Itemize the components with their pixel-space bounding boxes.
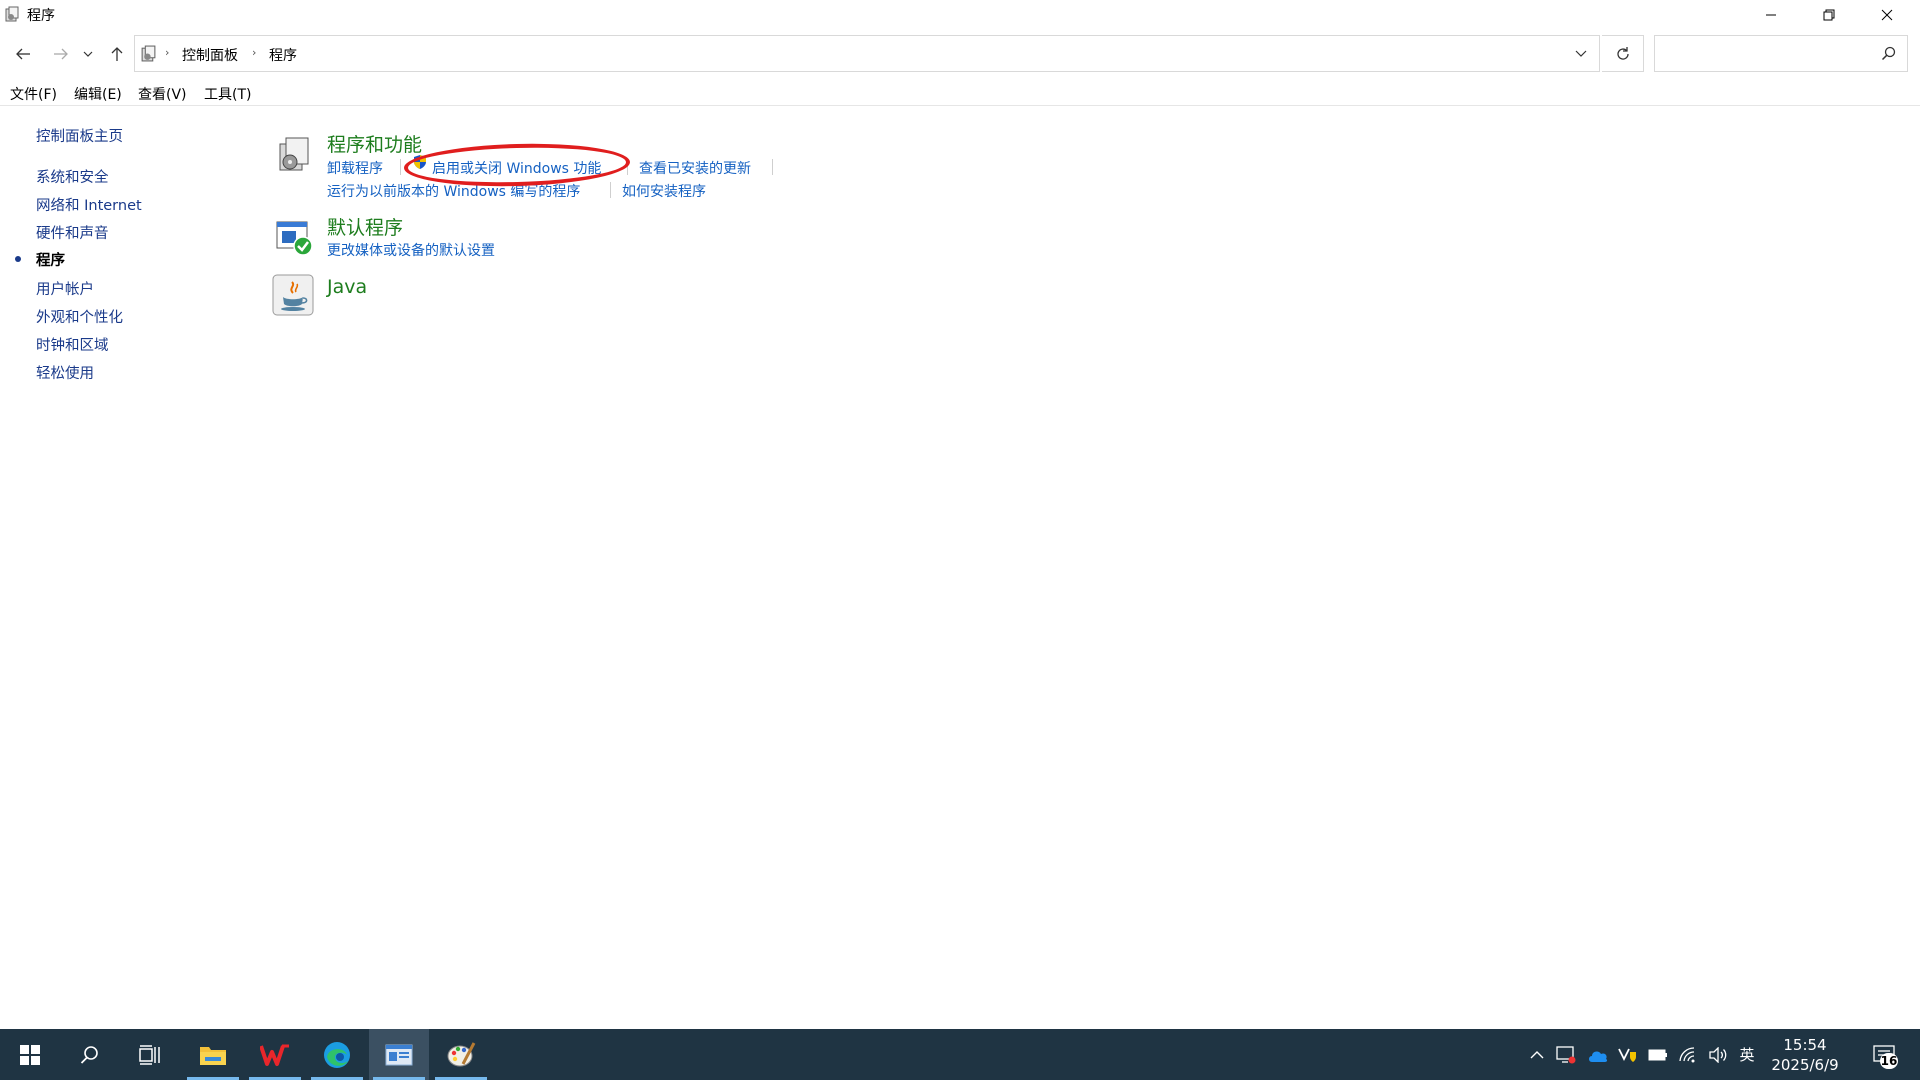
- sidebar-item-user-accounts[interactable]: 用户帐户: [36, 278, 94, 299]
- sidebar-item-clock-region[interactable]: 时钟和区域: [36, 334, 109, 355]
- paint-icon: [447, 1041, 476, 1066]
- address-bar[interactable]: › 控制面板 › 程序: [134, 35, 1600, 72]
- menu-tools[interactable]: 工具(T): [204, 84, 251, 104]
- window-title: 程序: [27, 8, 55, 24]
- battery-icon: [1648, 1049, 1667, 1060]
- sidebar-item-network[interactable]: 网络和 Internet: [36, 194, 142, 215]
- edge-icon: [324, 1041, 350, 1068]
- chevron-down-icon: [83, 51, 93, 57]
- taskbar-search-button[interactable]: [60, 1029, 120, 1080]
- default-programs-icon[interactable]: [274, 218, 314, 258]
- taskbar-control-panel[interactable]: [369, 1029, 429, 1080]
- search-icon: [80, 1045, 98, 1064]
- tray-app-button[interactable]: [1552, 1029, 1580, 1080]
- battery-button[interactable]: [1644, 1029, 1672, 1080]
- taskbar: 英 15:54 2025/6/9 16: [0, 1029, 1920, 1080]
- onedrive-button[interactable]: [1584, 1029, 1612, 1080]
- red-highlight-ellipse: [403, 141, 631, 189]
- category-title-programs-features[interactable]: 程序和功能: [327, 130, 422, 157]
- category-title-default-programs[interactable]: 默认程序: [327, 213, 403, 240]
- current-item-bullet-icon: [15, 256, 21, 262]
- file-explorer-icon: [200, 1046, 226, 1065]
- chevron-up-icon: [1530, 1050, 1544, 1058]
- notification-count-badge: 16: [1880, 1053, 1898, 1069]
- forward-button[interactable]: [46, 40, 76, 68]
- back-arrow-icon: [16, 48, 30, 60]
- up-arrow-icon: [111, 47, 123, 61]
- taskbar-wps[interactable]: [245, 1029, 305, 1080]
- ime-indicator[interactable]: 英: [1734, 1029, 1760, 1080]
- taskbar-file-explorer[interactable]: [183, 1029, 243, 1080]
- network-button[interactable]: [1674, 1029, 1702, 1080]
- sidebar-item-ease-of-access[interactable]: 轻松使用: [36, 362, 94, 383]
- task-view-button[interactable]: [120, 1029, 180, 1080]
- task-view-icon: [139, 1044, 160, 1065]
- search-input[interactable]: [1654, 35, 1908, 72]
- recent-locations-button[interactable]: [78, 40, 98, 68]
- sidebar-item-programs: 程序: [36, 253, 65, 269]
- taskbar-edge[interactable]: [307, 1029, 367, 1080]
- link-separator: [400, 159, 401, 175]
- java-icon[interactable]: [272, 274, 314, 316]
- cloud-icon: [1589, 1051, 1608, 1062]
- monitor-alert-icon: [1556, 1045, 1576, 1063]
- speaker-icon: [1709, 1046, 1727, 1063]
- menu-bar: 文件(F) 编辑(E) 查看(V) 工具(T): [0, 82, 1920, 106]
- link-installed-updates[interactable]: 查看已安装的更新: [639, 158, 751, 178]
- wps-icon: [260, 1044, 289, 1066]
- programs-icon: [141, 45, 156, 62]
- refresh-icon: [1616, 46, 1629, 60]
- clock[interactable]: 15:54 2025/6/9: [1760, 1035, 1850, 1075]
- control-panel-icon: [385, 1044, 413, 1065]
- start-icon: [20, 1044, 40, 1065]
- restore-button[interactable]: [1800, 0, 1858, 30]
- link-uninstall-program[interactable]: 卸载程序: [327, 158, 383, 178]
- close-icon: [1881, 9, 1893, 21]
- sidebar-item-system-security[interactable]: 系统和安全: [36, 166, 109, 187]
- link-separator: [610, 182, 611, 198]
- forward-arrow-icon: [54, 48, 68, 60]
- link-how-to-install[interactable]: 如何安装程序: [622, 181, 706, 201]
- breadcrumb-separator-icon: ›: [252, 46, 257, 59]
- taskbar-paint[interactable]: [431, 1029, 491, 1080]
- breadcrumb-control-panel[interactable]: 控制面板: [182, 45, 238, 65]
- close-button[interactable]: [1858, 0, 1916, 30]
- programs-features-icon[interactable]: [274, 134, 314, 174]
- breadcrumb-programs[interactable]: 程序: [269, 45, 297, 65]
- sidebar-item-hardware-sound[interactable]: 硬件和声音: [36, 222, 109, 243]
- clock-time: 15:54: [1783, 1036, 1827, 1054]
- link-media-device-defaults[interactable]: 更改媒体或设备的默认设置: [327, 240, 495, 260]
- address-dropdown-button[interactable]: [1571, 44, 1591, 64]
- refresh-button[interactable]: [1602, 35, 1644, 72]
- tray-security-button[interactable]: [1614, 1029, 1642, 1080]
- minimize-button[interactable]: [1742, 0, 1800, 30]
- menu-file[interactable]: 文件(F): [10, 84, 57, 104]
- search-icon: [1881, 46, 1896, 61]
- category-title-java[interactable]: Java: [327, 276, 367, 298]
- start-button[interactable]: [0, 1029, 60, 1080]
- restore-icon: [1823, 9, 1835, 21]
- wifi-icon: [1679, 1046, 1695, 1062]
- up-button[interactable]: [104, 40, 130, 68]
- volume-button[interactable]: [1704, 1029, 1732, 1080]
- back-button[interactable]: [8, 40, 38, 68]
- menu-view[interactable]: 查看(V): [138, 84, 187, 104]
- clock-date: 2025/6/9: [1771, 1056, 1839, 1074]
- chevron-down-icon: [1575, 50, 1587, 57]
- shield-check-icon: [1618, 1048, 1636, 1062]
- programs-icon: [5, 6, 19, 22]
- title-bar: 程序: [0, 0, 1920, 30]
- sidebar-item-appearance[interactable]: 外观和个性化: [36, 306, 123, 327]
- minimize-icon: [1766, 14, 1776, 16]
- link-separator: [772, 159, 773, 175]
- show-hidden-icons-button[interactable]: [1524, 1029, 1550, 1080]
- sidebar-item-home[interactable]: 控制面板主页: [36, 125, 123, 146]
- breadcrumb-separator-icon: ›: [165, 46, 170, 59]
- menu-edit[interactable]: 编辑(E): [74, 84, 122, 104]
